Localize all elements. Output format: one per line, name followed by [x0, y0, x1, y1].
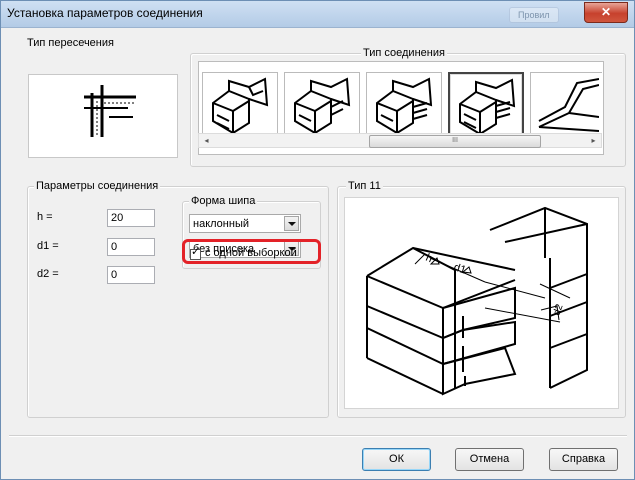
close-icon: ✕ — [600, 5, 612, 19]
joint-thumbnail-icon — [538, 78, 599, 132]
dimension-label: d2 — [551, 302, 565, 317]
scroll-right-icon[interactable]: ▸ — [586, 134, 601, 147]
window-title: Установка параметров соединения — [7, 6, 203, 20]
preview-group: Тип 11 h d1 d2 — [337, 180, 626, 418]
connection-type-option-5[interactable] — [530, 72, 602, 138]
title-bar[interactable]: Установка параметров соединения Провил ✕ — [1, 1, 634, 28]
connection-type-option-4[interactable] — [448, 72, 524, 138]
background-tab: Провил — [509, 7, 559, 23]
joint-thumbnail-icon — [294, 77, 351, 133]
dialog-window: Установка параметров соединения Провил ✕… — [0, 0, 635, 480]
d2-input[interactable]: 0 — [107, 266, 155, 284]
joint-thumbnail-icon — [212, 77, 269, 133]
connection-type-group: Тип соединения ◂ III ▸ — [190, 47, 626, 167]
connection-type-option-1[interactable] — [202, 72, 278, 138]
parameters-legend: Параметры соединения — [34, 180, 161, 192]
intersection-type-label: Тип пересечения — [27, 37, 114, 49]
scroll-left-icon[interactable]: ◂ — [199, 134, 214, 147]
cancel-button[interactable]: Отмена — [455, 448, 524, 471]
tenon-shape-select[interactable]: наклонный — [189, 214, 301, 233]
intersection-icon — [84, 85, 136, 137]
check-icon: ✓ — [191, 246, 201, 258]
scrollbar-thumb[interactable]: III — [369, 135, 541, 148]
chevron-down-icon[interactable] — [284, 216, 299, 231]
preview-legend: Тип 11 — [346, 180, 383, 192]
joint-thumbnail-icon — [376, 77, 433, 133]
d1-label: d1 = — [37, 240, 59, 252]
single-cut-checkbox[interactable]: ✓ — [190, 246, 201, 260]
tenon-shape-legend: Форма шипа — [189, 195, 258, 207]
single-cut-label[interactable]: с одной выборкой — [205, 247, 297, 259]
h-label: h = — [37, 211, 53, 223]
connection-type-option-2[interactable] — [284, 72, 360, 138]
tenon-shape-value: наклонный — [193, 218, 249, 230]
d1-input[interactable]: 0 — [107, 238, 155, 256]
single-cut-highlight: ✓ с одной выборкой — [182, 239, 321, 264]
connection-type-option-3[interactable] — [366, 72, 442, 138]
help-button[interactable]: Справка — [549, 448, 618, 471]
close-button[interactable]: ✕ — [584, 2, 628, 23]
joint-preview-drawing: h d1 d2 — [366, 206, 588, 396]
joint-thumbnail-icon — [459, 78, 516, 134]
joint-preview: h d1 d2 — [344, 197, 619, 409]
connection-type-scrollbar[interactable]: ◂ III ▸ — [198, 133, 602, 148]
ok-button[interactable]: ОК — [362, 448, 431, 471]
connection-type-legend: Тип соединения — [361, 47, 447, 59]
intersection-type-preview — [28, 74, 178, 158]
d2-label: d2 = — [37, 268, 59, 280]
h-input[interactable]: 20 — [107, 209, 155, 227]
footer-separator — [9, 435, 627, 437]
